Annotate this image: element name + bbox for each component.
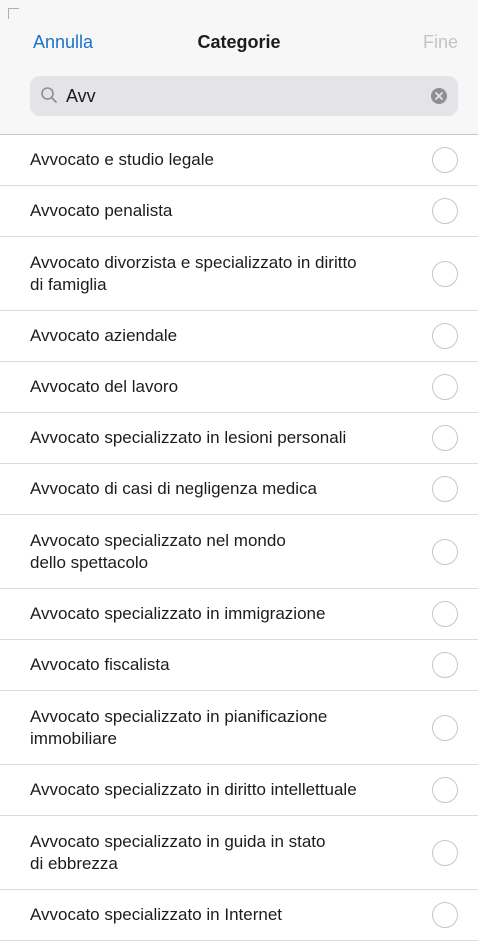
radio-circle-icon[interactable] xyxy=(432,652,458,678)
done-button[interactable]: Fine xyxy=(423,32,458,53)
list-item[interactable]: Avvocato specializzato in diritto intell… xyxy=(0,765,478,816)
list-item[interactable]: Avvocato divorzista e specializzato in d… xyxy=(0,237,478,311)
radio-circle-icon[interactable] xyxy=(432,777,458,803)
list-item-label: Avvocato specializzato in diritto intell… xyxy=(30,780,357,799)
list-item-label: Avvocato e studio legale xyxy=(30,150,214,169)
list-item-label: Avvocato specializzato nel mondo dello s… xyxy=(30,530,286,572)
list-item-label: Avvocato penalista xyxy=(30,201,173,220)
list-item-label: Avvocato specializzato in pianificazione… xyxy=(30,706,328,748)
list-item-label: Avvocato divorzista e specializzato in d… xyxy=(30,252,357,294)
search-icon xyxy=(41,87,57,103)
clear-icon[interactable] xyxy=(430,87,448,105)
list-item-label: Avvocato di casi di negligenza medica xyxy=(30,479,317,498)
corner-mark xyxy=(8,8,19,19)
list-item-label: Avvocato specializzato in immigrazione xyxy=(30,604,326,623)
list-item-label: Avvocato specializzato in lesioni person… xyxy=(30,428,347,447)
list-item-label: Avvocato aziendale xyxy=(30,326,178,345)
radio-circle-icon[interactable] xyxy=(432,198,458,224)
list-item-label: Avvocato fiscalista xyxy=(30,655,170,674)
list-item[interactable]: Avvocato specializzato in Internet xyxy=(0,890,478,941)
list-item-label: Avvocato specializzato in Internet xyxy=(30,905,282,924)
search-bar[interactable] xyxy=(30,76,458,116)
list-item[interactable]: Avvocato del lavoro xyxy=(0,362,478,413)
header: Annulla Categorie Fine xyxy=(0,0,478,135)
list-item[interactable]: Avvocato specializzato in pianificazione… xyxy=(0,691,478,765)
radio-circle-icon[interactable] xyxy=(432,714,458,741)
list-item[interactable]: Avvocato aziendale xyxy=(0,311,478,362)
list-item-label: Avvocato del lavoro xyxy=(30,377,179,396)
list-item[interactable]: Avvocato penalista xyxy=(0,186,478,237)
list-item-label: Avvocato specializzato in guida in stato… xyxy=(30,831,326,873)
navigation-bar: Annulla Categorie Fine xyxy=(0,28,478,62)
list-item[interactable]: Avvocato di casi di negligenza medica xyxy=(0,464,478,515)
radio-circle-icon[interactable] xyxy=(432,902,458,928)
page-title: Categorie xyxy=(197,32,281,52)
list-item[interactable]: Avvocato specializzato nel mondo dello s… xyxy=(0,515,478,589)
radio-circle-icon[interactable] xyxy=(432,425,458,451)
radio-circle-icon[interactable] xyxy=(432,476,458,502)
list-item[interactable]: Avvocato specializzato in lesioni person… xyxy=(0,413,478,464)
radio-circle-icon[interactable] xyxy=(432,260,458,287)
list-item[interactable]: Avvocato specializzato in guida in stato… xyxy=(0,816,478,890)
list-item[interactable]: Avvocato specializzato in immigrazione xyxy=(0,589,478,640)
radio-circle-icon[interactable] xyxy=(432,374,458,400)
radio-circle-icon[interactable] xyxy=(432,601,458,627)
radio-circle-icon[interactable] xyxy=(432,147,458,173)
category-list: Avvocato e studio legale Avvocato penali… xyxy=(0,135,478,941)
radio-circle-icon[interactable] xyxy=(432,839,458,866)
search-input[interactable] xyxy=(66,86,396,107)
list-item[interactable]: Avvocato fiscalista xyxy=(0,640,478,691)
list-item[interactable]: Avvocato e studio legale xyxy=(0,135,478,186)
radio-circle-icon[interactable] xyxy=(432,538,458,565)
radio-circle-icon[interactable] xyxy=(432,323,458,349)
